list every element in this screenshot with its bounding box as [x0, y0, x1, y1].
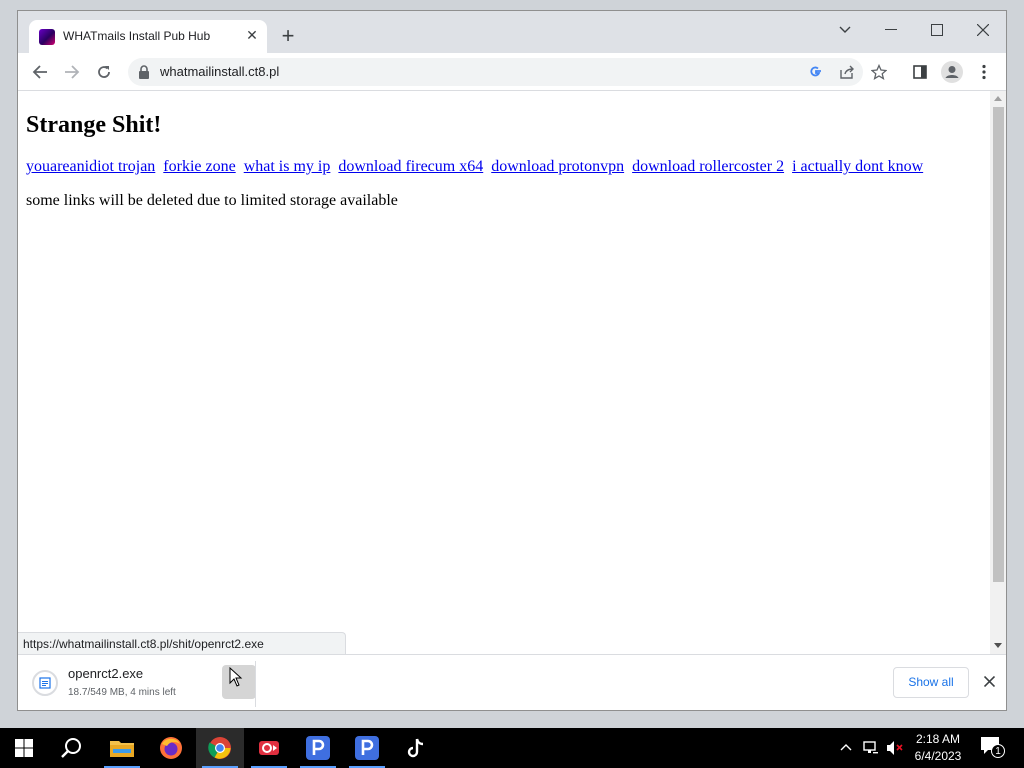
show-hidden-icons-chevron-icon[interactable] [840, 743, 852, 751]
notification-count-badge: 1 [991, 744, 1005, 758]
bookmark-star-icon[interactable] [870, 63, 888, 81]
close-download-shelf-icon[interactable] [979, 671, 999, 691]
window-close-button[interactable] [961, 16, 1005, 44]
link-forkie-zone[interactable]: forkie zone [163, 158, 235, 175]
network-icon[interactable] [863, 740, 879, 756]
browser-toolbar: whatmailinstall.ct8.pl [18, 53, 1006, 91]
file-explorer-icon[interactable] [98, 728, 146, 768]
volume-muted-icon[interactable] [886, 740, 904, 756]
side-panel-icon[interactable] [907, 59, 933, 85]
maximize-button[interactable] [915, 16, 959, 44]
link-i-actually-dont-know[interactable]: i actually dont know [792, 158, 923, 175]
tab-strip: WHATmails Install Pub Hub ✕ + [18, 11, 1006, 53]
tab-search-chevron-icon[interactable] [823, 16, 867, 44]
share-icon[interactable] [838, 63, 856, 81]
url-text[interactable]: whatmailinstall.ct8.pl [160, 64, 279, 79]
download-progress-text: 18.7/549 MB, 4 mins left [68, 687, 176, 698]
status-url: https://whatmailinstall.ct8.pl/shit/open… [23, 637, 264, 651]
link-download-firecum[interactable]: download firecum x64 [338, 158, 483, 175]
more-menu-icon[interactable] [971, 59, 997, 85]
tab-title: WHATmails Install Pub Hub [63, 29, 211, 43]
taskbar: 2:18 AM 6/4/2023 1 [0, 728, 1024, 768]
minimize-button[interactable] [869, 16, 913, 44]
profile-avatar-icon[interactable] [939, 59, 965, 85]
clock-date[interactable]: 6/4/2023 [912, 749, 964, 763]
download-filename: openrct2.exe [68, 666, 144, 681]
firefox-icon[interactable] [147, 728, 195, 768]
chrome-icon[interactable] [196, 728, 244, 768]
reload-icon[interactable] [91, 59, 117, 85]
download-shelf: openrct2.exe 18.7/549 MB, 4 mins left Sh… [18, 654, 1006, 710]
download-separator [255, 661, 256, 707]
windows-start-icon[interactable] [0, 728, 48, 768]
storage-notice: some links will be deleted due to limite… [26, 192, 398, 209]
status-bubble: https://whatmailinstall.ct8.pl/shit/open… [18, 632, 346, 654]
show-all-button[interactable]: Show all [893, 667, 969, 698]
browser-window: WHATmails Install Pub Hub ✕ + whatmailin… [17, 10, 1007, 711]
notification-center-icon[interactable]: 1 [980, 736, 1008, 760]
link-youareanidiot-trojan[interactable]: youareanidiot trojan [26, 158, 155, 175]
page-heading: Strange Shit! [26, 112, 162, 138]
address-bar[interactable]: whatmailinstall.ct8.pl [128, 58, 887, 86]
clock-time[interactable]: 2:18 AM [912, 732, 964, 746]
link-what-is-my-ip[interactable]: what is my ip [244, 158, 331, 175]
search-icon[interactable] [48, 728, 96, 768]
vertical-scrollbar[interactable] [990, 91, 1006, 654]
tiktok-icon[interactable] [392, 728, 440, 768]
site-favicon-icon [39, 29, 55, 45]
page-viewport: Strange Shit! youareanidiot trojan forki… [18, 91, 990, 654]
new-tab-button[interactable]: + [276, 25, 300, 49]
link-download-rollercoster[interactable]: download rollercoster 2 [632, 158, 784, 175]
browser-tab[interactable]: WHATmails Install Pub Hub ✕ [29, 20, 267, 53]
scroll-down-arrow-icon[interactable] [994, 643, 1002, 649]
video-recorder-icon[interactable] [245, 728, 293, 768]
google-lens-icon[interactable] [807, 63, 825, 81]
back-arrow-icon[interactable] [27, 59, 53, 85]
link-download-protonvpn[interactable]: download protonvpn [491, 158, 624, 175]
forward-arrow-icon[interactable] [59, 59, 85, 85]
links-row: youareanidiot trojan forkie zone what is… [26, 158, 927, 176]
scroll-thumb[interactable] [993, 107, 1004, 582]
pub-p-icon[interactable] [294, 728, 342, 768]
lock-icon[interactable] [138, 65, 150, 79]
download-item[interactable]: openrct2.exe 18.7/549 MB, 4 mins left [26, 662, 256, 704]
scroll-up-arrow-icon[interactable] [994, 95, 1002, 101]
pub-p-icon-2[interactable] [343, 728, 391, 768]
file-icon [32, 670, 58, 696]
mouse-cursor-icon [229, 667, 243, 687]
tab-close-icon[interactable]: ✕ [242, 25, 262, 45]
